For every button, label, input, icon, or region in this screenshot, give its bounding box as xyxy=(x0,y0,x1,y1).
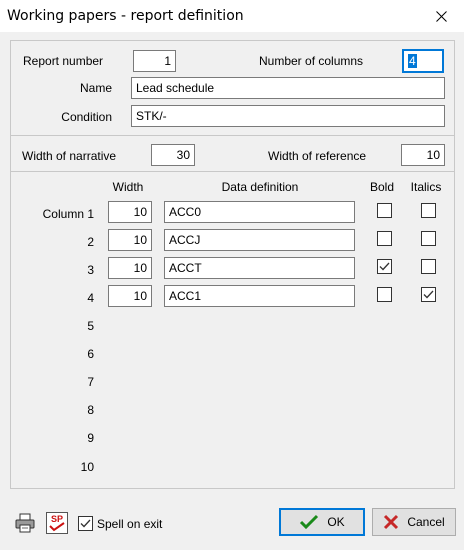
window-title: Working papers - report definition xyxy=(7,8,244,24)
italics-checkbox[interactable] xyxy=(421,203,436,218)
italics-checkbox[interactable] xyxy=(421,259,436,274)
title-bar: Working papers - report definition xyxy=(0,0,464,32)
column-row-label: 4 xyxy=(87,291,94,305)
width-of-reference-label: Width of reference xyxy=(268,149,367,163)
data-definition-field[interactable]: ACCT xyxy=(164,257,355,279)
checkmark-icon xyxy=(300,514,319,530)
italics-checkbox[interactable] xyxy=(421,287,436,302)
data-definition-field[interactable]: ACCJ xyxy=(164,229,355,251)
bold-column-header: Bold xyxy=(369,180,395,194)
number-of-columns-label: Number of columns xyxy=(259,54,364,68)
spell-on-exit-checkbox[interactable] xyxy=(78,516,93,531)
italics-checkbox[interactable] xyxy=(421,231,436,246)
bold-checkbox[interactable] xyxy=(377,231,392,246)
spell-check-icon: SP xyxy=(46,512,68,534)
spell-check-button[interactable]: SP xyxy=(44,510,70,536)
column-row-label: 2 xyxy=(87,235,94,249)
close-icon xyxy=(435,10,447,22)
divider-1 xyxy=(10,135,455,136)
bold-checkbox[interactable] xyxy=(377,259,392,274)
data-definition-field[interactable]: ACC0 xyxy=(164,201,355,223)
number-of-columns-field[interactable]: 4 xyxy=(402,49,444,73)
column-row-label: Column 1 xyxy=(42,207,94,221)
column-width-field[interactable]: 10 xyxy=(108,285,152,307)
checkmark-icon xyxy=(80,519,91,528)
report-number-label: Report number xyxy=(23,54,104,68)
data-definition-field[interactable]: ACC1 xyxy=(164,285,355,307)
width-column-header: Width xyxy=(112,180,144,194)
column-row-label: 10 xyxy=(80,460,94,474)
divider-2 xyxy=(10,171,455,172)
bold-checkbox[interactable] xyxy=(377,287,392,302)
data-definition-column-header: Data definition xyxy=(221,180,299,194)
close-button[interactable] xyxy=(418,0,464,32)
condition-field[interactable]: STK/- xyxy=(131,105,445,127)
checkmark-icon xyxy=(423,290,434,299)
italics-column-header: Italics xyxy=(410,180,442,194)
spell-icon-text: SP xyxy=(51,514,63,524)
ok-label: OK xyxy=(327,515,345,529)
report-number-field[interactable]: 1 xyxy=(133,50,176,72)
column-row-label: 8 xyxy=(87,403,94,417)
column-width-field[interactable]: 10 xyxy=(108,201,152,223)
name-label: Name xyxy=(79,81,112,95)
column-width-field[interactable]: 10 xyxy=(108,229,152,251)
width-of-narrative-label: Width of narrative xyxy=(22,149,117,163)
column-row-label: 5 xyxy=(87,319,94,333)
name-field[interactable]: Lead schedule xyxy=(131,77,445,99)
print-button[interactable] xyxy=(12,510,38,536)
cancel-x-icon xyxy=(384,514,399,530)
number-of-columns-value: 4 xyxy=(408,54,417,68)
column-width-field[interactable]: 10 xyxy=(108,257,152,279)
printer-icon xyxy=(15,513,35,533)
ok-button[interactable]: OK xyxy=(279,508,365,536)
checkmark-icon xyxy=(379,262,390,271)
column-row-label: 7 xyxy=(87,375,94,389)
column-row-label: 3 xyxy=(87,263,94,277)
width-of-narrative-field[interactable]: 30 xyxy=(151,144,195,166)
spell-on-exit-label: Spell on exit xyxy=(97,517,163,531)
cancel-button[interactable]: Cancel xyxy=(372,508,456,536)
cancel-label: Cancel xyxy=(407,515,445,529)
column-row-label: 9 xyxy=(87,431,94,445)
column-row-label: 6 xyxy=(87,347,94,361)
width-of-reference-field[interactable]: 10 xyxy=(401,144,445,166)
condition-label: Condition xyxy=(61,110,112,124)
bold-checkbox[interactable] xyxy=(377,203,392,218)
